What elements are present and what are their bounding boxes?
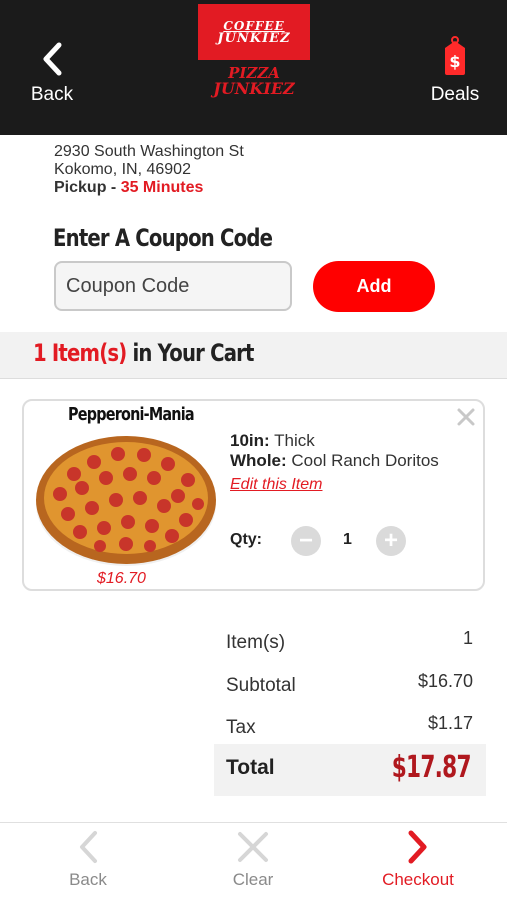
item-topping-value: Cool Ranch Doritos bbox=[291, 451, 439, 470]
summary-total-value: $17.87 bbox=[391, 750, 472, 785]
item-name: Pepperoni-Mania bbox=[68, 404, 195, 425]
clear-button[interactable]: Clear bbox=[198, 830, 308, 896]
summary-tax-value: $1.17 bbox=[427, 713, 473, 733]
header-back-label: Back bbox=[30, 84, 74, 105]
summary-subtotal-value: $16.70 bbox=[417, 671, 473, 691]
item-size-label: 10in: bbox=[230, 431, 270, 450]
clear-x-icon bbox=[238, 832, 268, 862]
store-address-line2: Kokomo, IN, 46902 bbox=[54, 161, 191, 178]
qty-increment-button[interactable]: + bbox=[376, 526, 406, 556]
item-topping-label: Whole: bbox=[230, 451, 287, 470]
summary-items-value: 1 bbox=[462, 628, 473, 648]
minus-icon: − bbox=[298, 527, 313, 554]
deals-label: Deals bbox=[430, 84, 480, 105]
header-back-button[interactable]: Back bbox=[20, 38, 84, 108]
add-coupon-button[interactable]: Add bbox=[313, 261, 435, 312]
store-info: 2930 South Washington St Kokomo, IN, 469… bbox=[54, 143, 244, 197]
item-size: 10in: Thick bbox=[230, 431, 315, 451]
footer-back-label: Back bbox=[69, 870, 107, 889]
pizza-junkiez-logo: PIZZA JUNKIEZ bbox=[213, 64, 295, 98]
summary-items-label: Item(s) bbox=[226, 632, 286, 653]
price-tag-icon: $ bbox=[445, 36, 465, 75]
store-address-line1: 2930 South Washington St bbox=[54, 143, 244, 160]
coupon-code-input[interactable] bbox=[54, 261, 292, 311]
footer-back-button[interactable]: Back bbox=[33, 830, 143, 896]
chevron-right-icon bbox=[408, 830, 427, 864]
chevron-left-icon bbox=[43, 42, 62, 76]
item-size-value: Thick bbox=[274, 431, 315, 450]
clear-label: Clear bbox=[232, 870, 274, 889]
edit-item-link[interactable]: Edit this Item bbox=[230, 476, 322, 494]
pickup-time: 35 Minutes bbox=[120, 179, 204, 196]
cart-count: 1 Item(s) bbox=[33, 339, 127, 367]
summary-subtotal-label: Subtotal bbox=[226, 675, 296, 696]
deals-button[interactable]: $ Deals bbox=[420, 34, 490, 108]
qty-label: Qty: bbox=[230, 531, 262, 548]
plus-icon: + bbox=[383, 527, 398, 554]
qty-decrement-button[interactable]: − bbox=[291, 526, 321, 556]
svg-text:$: $ bbox=[449, 52, 460, 71]
item-topping: Whole: Cool Ranch Doritos bbox=[230, 451, 439, 471]
coupon-title: Enter A Coupon Code bbox=[53, 224, 273, 252]
item-price: $16.70 bbox=[97, 570, 146, 587]
pizza-image bbox=[36, 436, 216, 566]
chevron-left-icon bbox=[80, 831, 97, 863]
checkout-button[interactable]: Checkout bbox=[363, 830, 473, 896]
summary-total-label: Total bbox=[226, 756, 275, 779]
coffee-junkiez-logo: COFFEE JUNKIEZ bbox=[198, 4, 310, 60]
checkout-label: Checkout bbox=[382, 870, 454, 889]
qty-value: 1 bbox=[343, 531, 352, 548]
remove-item-close-icon[interactable] bbox=[455, 406, 477, 428]
summary-tax-label: Tax bbox=[226, 717, 256, 738]
cart-title-rest: in Your Cart bbox=[126, 339, 254, 367]
pickup-label: Pickup - bbox=[54, 179, 117, 196]
pickup-info: Pickup - 35 Minutes bbox=[54, 179, 244, 197]
cart-title: 1 Item(s) in Your Cart bbox=[33, 339, 254, 367]
